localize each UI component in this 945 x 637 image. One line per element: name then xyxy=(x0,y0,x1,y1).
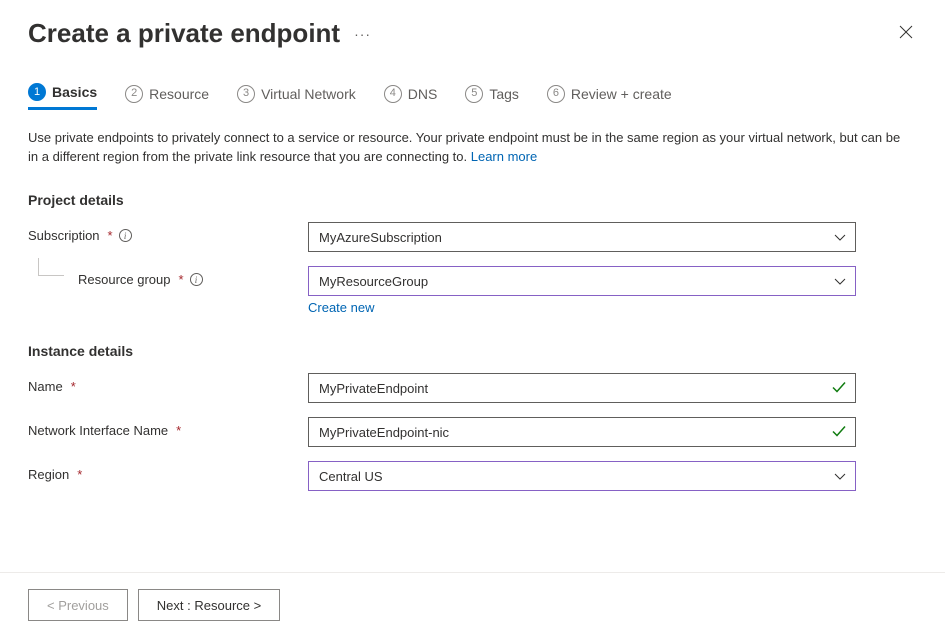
tab-label: Basics xyxy=(52,84,97,100)
tab-label: Review + create xyxy=(571,86,672,102)
nic-name-input[interactable]: MyPrivateEndpoint-nic xyxy=(308,417,856,447)
tab-step-number: 6 xyxy=(547,85,565,103)
instance-details-fields: Name* MyPrivateEndpoint Network Interfac… xyxy=(28,373,917,491)
required-marker: * xyxy=(108,228,113,243)
resource-group-select[interactable]: MyResourceGroup xyxy=(308,266,856,296)
project-details-heading: Project details xyxy=(28,192,917,208)
required-marker: * xyxy=(179,272,184,287)
region-label: Region* xyxy=(28,461,308,482)
tab-step-number: 1 xyxy=(28,83,46,101)
wizard-footer: < Previous Next : Resource > xyxy=(0,572,945,637)
header: Create a private endpoint ··· xyxy=(28,18,917,49)
subscription-row: Subscription* i MyAzureSubscription xyxy=(28,222,917,252)
required-marker: * xyxy=(77,467,82,482)
tab-step-number: 3 xyxy=(237,85,255,103)
nic-name-label: Network Interface Name* xyxy=(28,417,308,438)
tab-step-number: 5 xyxy=(465,85,483,103)
create-new-link[interactable]: Create new xyxy=(308,300,374,315)
close-icon xyxy=(899,25,913,39)
name-label: Name* xyxy=(28,373,308,394)
info-icon[interactable]: i xyxy=(119,229,132,242)
info-icon[interactable]: i xyxy=(190,273,203,286)
name-row: Name* MyPrivateEndpoint xyxy=(28,373,917,403)
learn-more-link[interactable]: Learn more xyxy=(471,149,537,164)
tab-virtual-network[interactable]: 3 Virtual Network xyxy=(237,83,356,110)
tab-tags[interactable]: 5 Tags xyxy=(465,83,519,110)
required-marker: * xyxy=(176,423,181,438)
valid-check-icon xyxy=(832,425,846,440)
project-details-fields: Subscription* i MyAzureSubscription Reso… xyxy=(28,222,917,315)
more-actions-icon[interactable]: ··· xyxy=(354,26,371,42)
tab-label: Tags xyxy=(489,86,519,102)
tab-label: DNS xyxy=(408,86,438,102)
chevron-down-icon xyxy=(834,274,846,289)
region-row: Region* Central US xyxy=(28,461,917,491)
valid-check-icon xyxy=(832,381,846,396)
resource-group-label: Resource group* i xyxy=(28,266,308,287)
page-body: Create a private endpoint ··· 1 Basics 2… xyxy=(0,0,945,572)
region-select[interactable]: Central US xyxy=(308,461,856,491)
close-button[interactable] xyxy=(895,21,917,46)
tab-basics[interactable]: 1 Basics xyxy=(28,83,97,110)
chevron-down-icon xyxy=(834,230,846,245)
chevron-down-icon xyxy=(834,469,846,484)
tree-elbow-icon xyxy=(38,258,64,276)
tab-dns[interactable]: 4 DNS xyxy=(384,83,438,110)
tab-review-create[interactable]: 6 Review + create xyxy=(547,83,672,110)
required-marker: * xyxy=(71,379,76,394)
subscription-select[interactable]: MyAzureSubscription xyxy=(308,222,856,252)
tab-label: Virtual Network xyxy=(261,86,356,102)
tab-label: Resource xyxy=(149,86,209,102)
page-title: Create a private endpoint xyxy=(28,18,340,49)
tab-step-number: 2 xyxy=(125,85,143,103)
intro-text: Use private endpoints to privately conne… xyxy=(28,128,908,166)
name-input[interactable]: MyPrivateEndpoint xyxy=(308,373,856,403)
instance-details-heading: Instance details xyxy=(28,343,917,359)
tab-step-number: 4 xyxy=(384,85,402,103)
nic-name-row: Network Interface Name* MyPrivateEndpoin… xyxy=(28,417,917,447)
tab-resource[interactable]: 2 Resource xyxy=(125,83,209,110)
next-button[interactable]: Next : Resource > xyxy=(138,589,280,621)
wizard-tabs: 1 Basics 2 Resource 3 Virtual Network 4 … xyxy=(28,83,917,110)
subscription-label: Subscription* i xyxy=(28,222,308,243)
resource-group-row: Resource group* i MyResourceGroup Create… xyxy=(28,266,917,315)
previous-button[interactable]: < Previous xyxy=(28,589,128,621)
